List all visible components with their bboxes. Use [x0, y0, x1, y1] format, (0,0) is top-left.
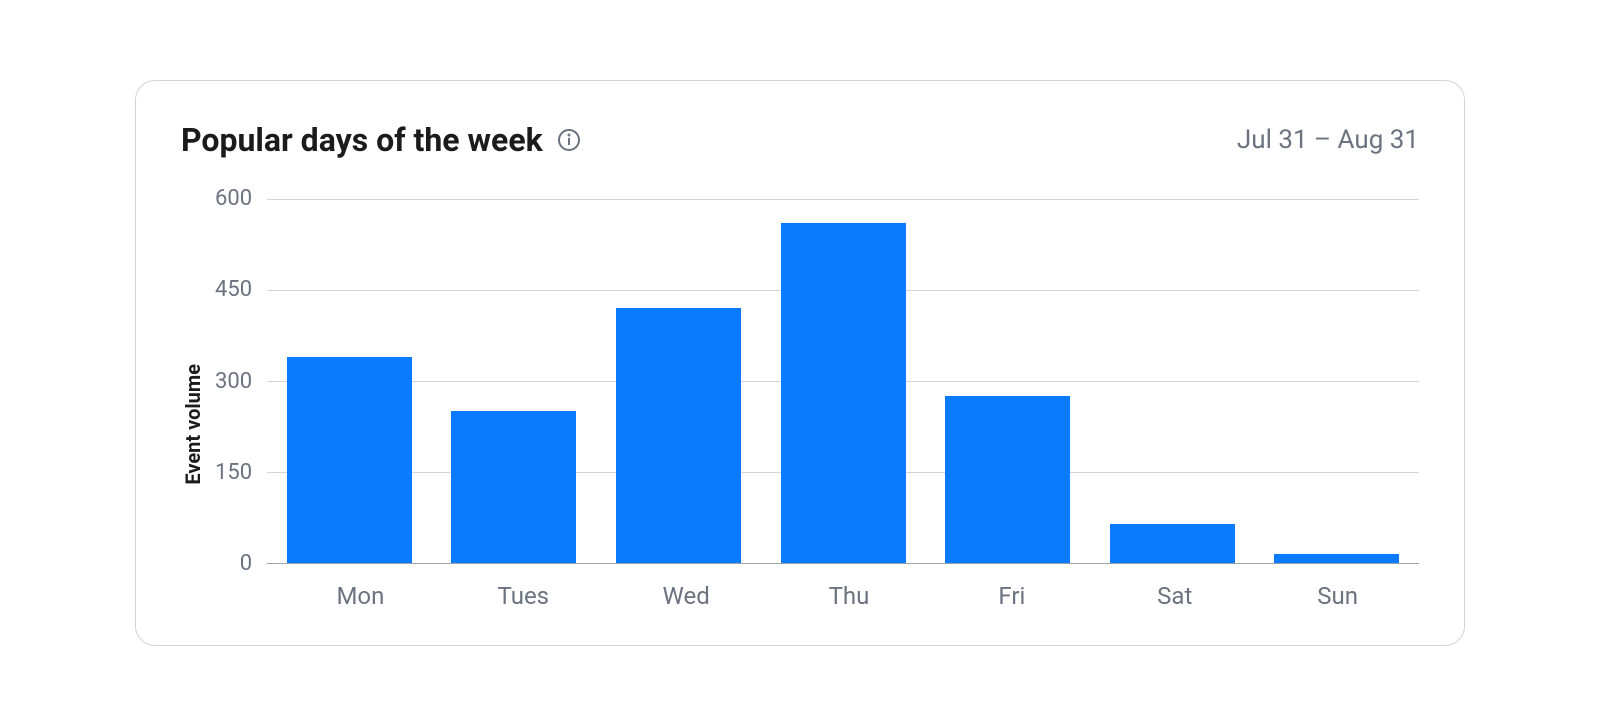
card-title: Popular days of the week — [181, 121, 543, 159]
chart-body: 6004503001500 MonTuesWedThuFriSatSun — [215, 199, 1419, 610]
bar[interactable] — [1110, 524, 1235, 563]
bar-slot — [1090, 199, 1255, 563]
bar[interactable] — [616, 308, 741, 563]
chart-card: Popular days of the week Jul 31 – Aug 31… — [135, 80, 1465, 646]
x-tick: Sun — [1256, 582, 1419, 610]
x-tick: Tues — [442, 582, 605, 610]
bar-slot — [432, 199, 597, 563]
bar[interactable] — [945, 396, 1070, 563]
x-tick: Wed — [605, 582, 768, 610]
chart-container: Event volume 6004503001500 MonTuesWedThu… — [181, 199, 1419, 610]
bar[interactable] — [287, 357, 412, 563]
y-axis-label: Event volume — [181, 324, 205, 485]
bar-slot — [267, 199, 432, 563]
bar[interactable] — [451, 411, 576, 563]
bar-slot — [596, 199, 761, 563]
x-axis-ticks: MonTuesWedThuFriSatSun — [215, 564, 1419, 610]
title-group: Popular days of the week — [181, 121, 581, 159]
bar-slot — [925, 199, 1090, 563]
card-header: Popular days of the week Jul 31 – Aug 31 — [181, 121, 1419, 159]
bar-slot — [761, 199, 926, 563]
bar[interactable] — [781, 223, 906, 563]
bar[interactable] — [1274, 554, 1399, 563]
plot-row: 6004503001500 — [215, 199, 1419, 564]
info-icon[interactable] — [557, 128, 581, 152]
x-tick: Sat — [1093, 582, 1256, 610]
x-tick: Thu — [768, 582, 931, 610]
bar-slot — [1254, 199, 1419, 563]
x-tick: Mon — [279, 582, 442, 610]
bars-container — [267, 199, 1419, 563]
plot-area — [267, 199, 1419, 564]
y-axis-ticks: 6004503001500 — [215, 199, 267, 564]
x-tick: Fri — [930, 582, 1093, 610]
date-range: Jul 31 – Aug 31 — [1237, 125, 1419, 155]
